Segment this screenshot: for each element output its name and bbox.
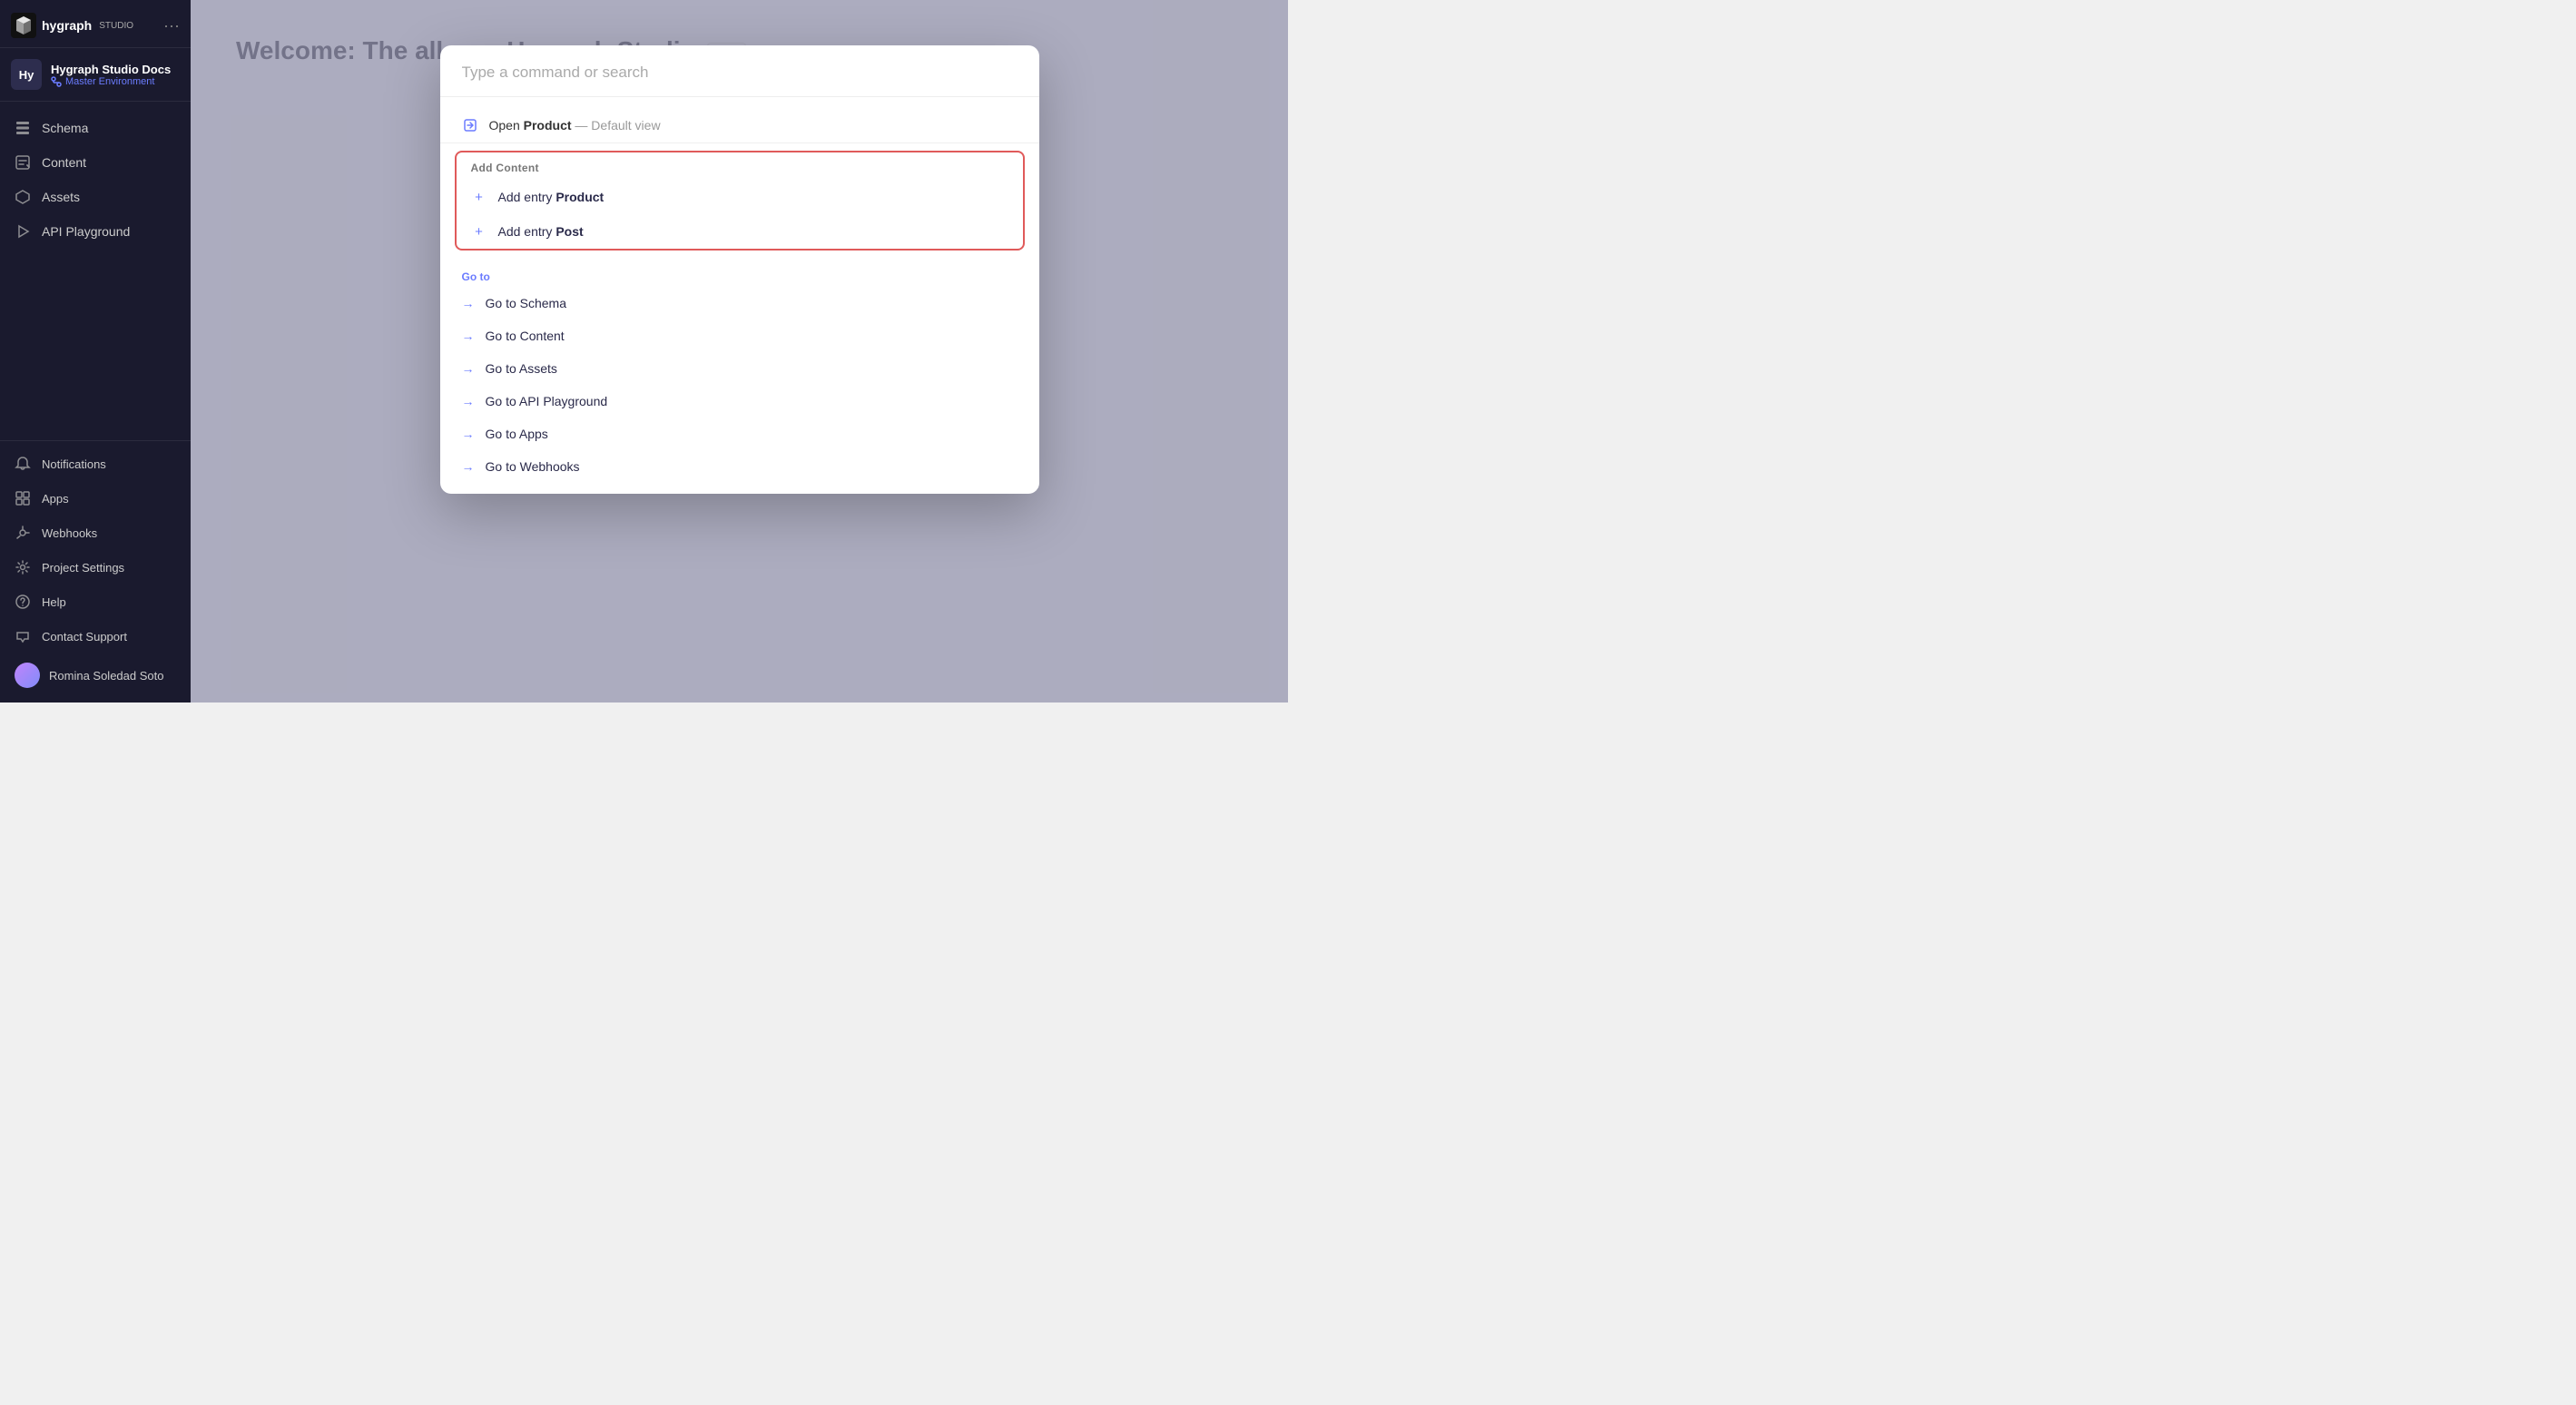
hygraph-logo-icon — [11, 13, 36, 38]
project-environment: Master Environment — [51, 76, 171, 87]
notifications-icon — [15, 456, 31, 472]
api-playground-label: API Playground — [42, 224, 130, 239]
add-content-section: Add Content + Add entry Product + Add en… — [455, 151, 1025, 251]
sidebar-item-project-settings[interactable]: Project Settings — [0, 550, 191, 585]
open-label: Open — [489, 118, 520, 133]
goto-apps[interactable]: → Go to Apps — [440, 418, 1039, 450]
open-product-icon — [462, 117, 478, 133]
command-body: Open Product — Default view Add Content … — [440, 97, 1039, 494]
sidebar-item-notifications[interactable]: Notifications — [0, 447, 191, 481]
add-entry-product-text: Add entry Product — [498, 190, 605, 204]
goto-section: Go to → Go to Schema → Go to Content → G… — [440, 261, 1039, 483]
logo-studio-label: STUDIO — [99, 21, 133, 31]
goto-assets-text: Go to Assets — [486, 361, 557, 376]
command-palette: Open Product — Default view Add Content … — [440, 45, 1039, 494]
goto-content-text: Go to Content — [486, 329, 565, 343]
sidebar-item-contact-support[interactable]: Contact Support — [0, 619, 191, 653]
arrow-webhooks-icon: → — [462, 459, 475, 474]
arrow-schema-icon: → — [462, 296, 475, 310]
main-nav: Schema Content Assets — [0, 102, 191, 440]
add-post-icon: + — [471, 223, 487, 240]
project-settings-icon — [15, 559, 31, 575]
schema-label: Schema — [42, 121, 88, 135]
user-name: Romina Soledad Soto — [49, 669, 163, 683]
sidebar-item-apps[interactable]: Apps — [0, 481, 191, 516]
goto-schema-text: Go to Schema — [486, 296, 567, 310]
command-search-input[interactable] — [462, 64, 1018, 82]
more-options-icon[interactable]: ··· — [163, 16, 180, 35]
sidebar-item-content[interactable]: Content — [0, 145, 191, 180]
arrow-assets-icon: → — [462, 361, 475, 376]
project-settings-label: Project Settings — [42, 561, 124, 575]
notifications-label: Notifications — [42, 457, 106, 471]
main-content: Welcome: The all new Hygraph Studio BETA — [191, 0, 1288, 702]
sidebar-header: hygraph STUDIO ··· — [0, 0, 191, 48]
contact-support-icon — [15, 628, 31, 644]
environment-label: Master Environment — [65, 76, 154, 87]
assets-icon — [15, 189, 31, 205]
contact-support-label: Contact Support — [42, 630, 127, 644]
user-section[interactable]: Romina Soledad Soto — [0, 653, 191, 697]
help-label: Help — [42, 595, 66, 609]
project-section[interactable]: Hy Hygraph Studio Docs Master Environmen… — [0, 48, 191, 102]
arrow-apps-icon: → — [462, 427, 475, 441]
api-playground-icon — [15, 223, 31, 240]
goto-schema[interactable]: → Go to Schema — [440, 287, 1039, 319]
sidebar-item-help[interactable]: Help — [0, 585, 191, 619]
sidebar-bottom: Notifications Apps — [0, 440, 191, 702]
help-icon — [15, 594, 31, 610]
logo: hygraph STUDIO — [11, 13, 133, 38]
sidebar-item-assets[interactable]: Assets — [0, 180, 191, 214]
project-name: Hygraph Studio Docs — [51, 63, 171, 76]
goto-content[interactable]: → Go to Content — [440, 319, 1039, 352]
add-entry-product[interactable]: + Add entry Product — [457, 180, 1023, 214]
add-content-label: Add Content — [457, 152, 1023, 180]
project-avatar: Hy — [11, 59, 42, 90]
goto-api-playground[interactable]: → Go to API Playground — [440, 385, 1039, 418]
goto-webhooks-text: Go to Webhooks — [486, 459, 580, 474]
user-avatar — [15, 663, 40, 688]
open-separator: — Default view — [575, 118, 660, 133]
add-entry-post[interactable]: + Add entry Post — [457, 214, 1023, 249]
arrow-api-icon: → — [462, 394, 475, 408]
content-icon — [15, 154, 31, 171]
project-info: Hygraph Studio Docs Master Environment — [51, 63, 171, 87]
sidebar: hygraph STUDIO ··· Hy Hygraph Studio Doc… — [0, 0, 191, 702]
apps-icon — [15, 490, 31, 506]
add-entry-post-text: Add entry Post — [498, 224, 584, 239]
open-product-text: Open Product — Default view — [489, 118, 661, 133]
content-label: Content — [42, 155, 86, 170]
sidebar-item-schema[interactable]: Schema — [0, 111, 191, 145]
goto-label: Go to — [440, 261, 1039, 287]
webhooks-icon — [15, 525, 31, 541]
open-product-item[interactable]: Open Product — Default view — [440, 108, 1039, 143]
arrow-content-icon: → — [462, 329, 475, 343]
open-model: Product — [524, 118, 572, 133]
goto-webhooks[interactable]: → Go to Webhooks — [440, 450, 1039, 483]
goto-assets[interactable]: → Go to Assets — [440, 352, 1039, 385]
goto-api-text: Go to API Playground — [486, 394, 608, 408]
assets-label: Assets — [42, 190, 80, 204]
add-product-icon: + — [471, 189, 487, 205]
apps-label: Apps — [42, 492, 69, 506]
schema-icon — [15, 120, 31, 136]
command-input-wrapper — [440, 45, 1039, 97]
logo-app-name: hygraph — [42, 18, 92, 33]
webhooks-label: Webhooks — [42, 526, 97, 540]
sidebar-item-api-playground[interactable]: API Playground — [0, 214, 191, 249]
overlay: Open Product — Default view Add Content … — [191, 0, 1288, 702]
goto-apps-text: Go to Apps — [486, 427, 548, 441]
branch-icon — [51, 76, 62, 87]
sidebar-item-webhooks[interactable]: Webhooks — [0, 516, 191, 550]
